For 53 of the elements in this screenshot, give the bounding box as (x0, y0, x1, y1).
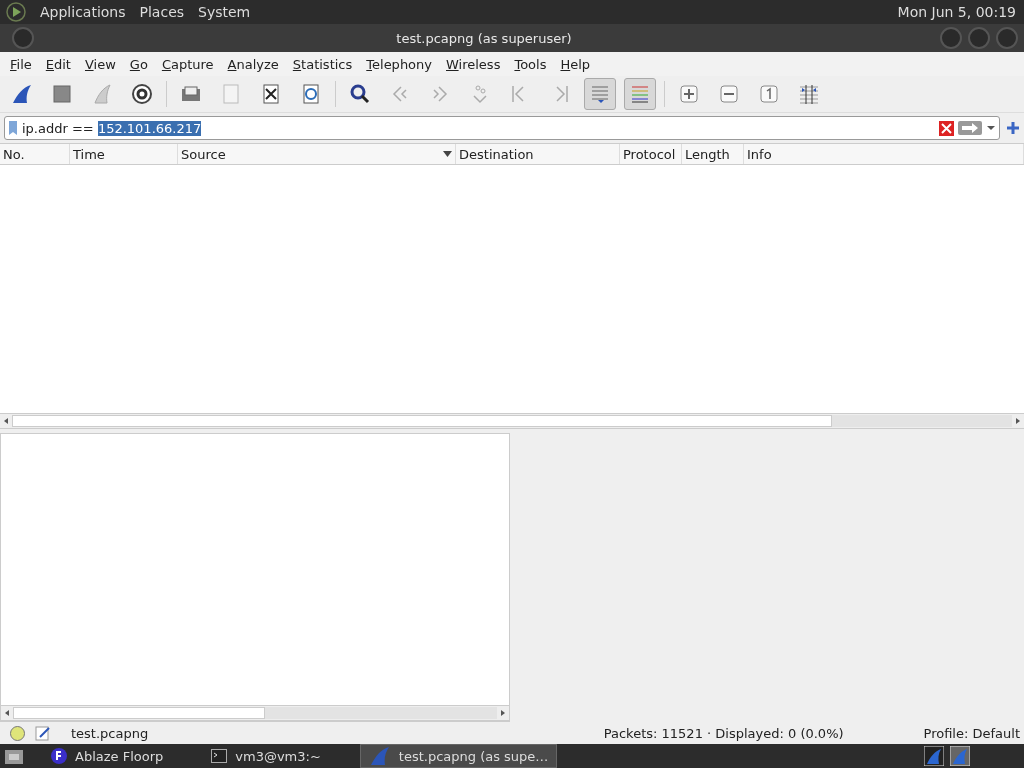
autoscroll-icon[interactable] (584, 78, 616, 110)
column-header[interactable]: Destination (456, 144, 620, 164)
browser-icon (51, 748, 67, 764)
maximize-button[interactable] (968, 27, 990, 49)
menu-item[interactable]: View (77, 56, 123, 72)
dropdown-caret-icon[interactable] (986, 125, 996, 131)
sort-arrow-icon (443, 151, 452, 157)
workspace-icon[interactable] (924, 746, 944, 766)
taskbar-item[interactable]: test.pcapng (as supe… (359, 744, 558, 768)
menu-item[interactable]: Wireless (439, 56, 508, 72)
horizontal-scrollbar[interactable] (0, 413, 1024, 429)
folder-icon[interactable] (4, 747, 24, 765)
shark-fin-icon (368, 745, 391, 767)
filter-text: ip.addr == 152.101.66.217 (22, 120, 203, 136)
bookmark-icon[interactable] (8, 120, 18, 136)
menu-item[interactable]: Tools (507, 56, 554, 72)
column-header[interactable]: Protocol (620, 144, 682, 164)
profile-label[interactable]: Profile: Default (923, 725, 1020, 741)
clock: Mon Jun 5, 00:19 (897, 4, 1016, 20)
panel-menu[interactable]: System (198, 4, 251, 20)
add-icon[interactable] (1006, 121, 1020, 135)
menu-item[interactable]: Analyze (220, 56, 286, 72)
window-title: test.pcapng (as superuser) (395, 30, 573, 46)
taskbar-item[interactable]: vm3@vm3:~ (202, 744, 330, 768)
close-button[interactable] (996, 27, 1018, 49)
workspace-icon[interactable] (950, 746, 970, 766)
column-header[interactable]: Info (744, 144, 1024, 164)
horizontal-scrollbar[interactable] (1, 705, 509, 721)
taskbar-item[interactable]: Ablaze Floorp (42, 744, 173, 768)
terminal-icon (211, 749, 228, 763)
panel-menu[interactable]: Places (139, 4, 185, 20)
minimize-button[interactable] (940, 27, 962, 49)
menu-logo-icon[interactable] (6, 2, 26, 22)
menu-item[interactable]: File (3, 56, 39, 72)
menu-item[interactable]: Edit (38, 56, 78, 72)
edit-comment-icon[interactable] (35, 725, 51, 741)
panel-menu[interactable]: Applications (40, 4, 126, 20)
menu-item[interactable]: Help (553, 56, 598, 72)
menu-item[interactable]: Statistics (285, 56, 360, 72)
clear-icon[interactable] (939, 120, 954, 136)
colorize-icon[interactable] (624, 78, 656, 110)
file-name: test.pcapng (71, 725, 149, 741)
status-indicator[interactable] (10, 725, 25, 741)
menu-item[interactable]: Go (122, 56, 155, 72)
display-filter-field[interactable]: ip.addr == 152.101.66.217 (4, 116, 1000, 140)
column-header[interactable]: Source (178, 144, 456, 164)
menu-item[interactable]: Telephony (359, 56, 439, 72)
packet-count: Packets: 11521 · Displayed: 0 (0.0%) (603, 725, 844, 741)
column-header[interactable]: Length (682, 144, 744, 164)
menu-item[interactable]: Capture (154, 56, 221, 72)
column-header[interactable]: Time (70, 144, 178, 164)
window-menu-button[interactable] (12, 27, 34, 49)
column-header[interactable]: No. (0, 144, 70, 164)
